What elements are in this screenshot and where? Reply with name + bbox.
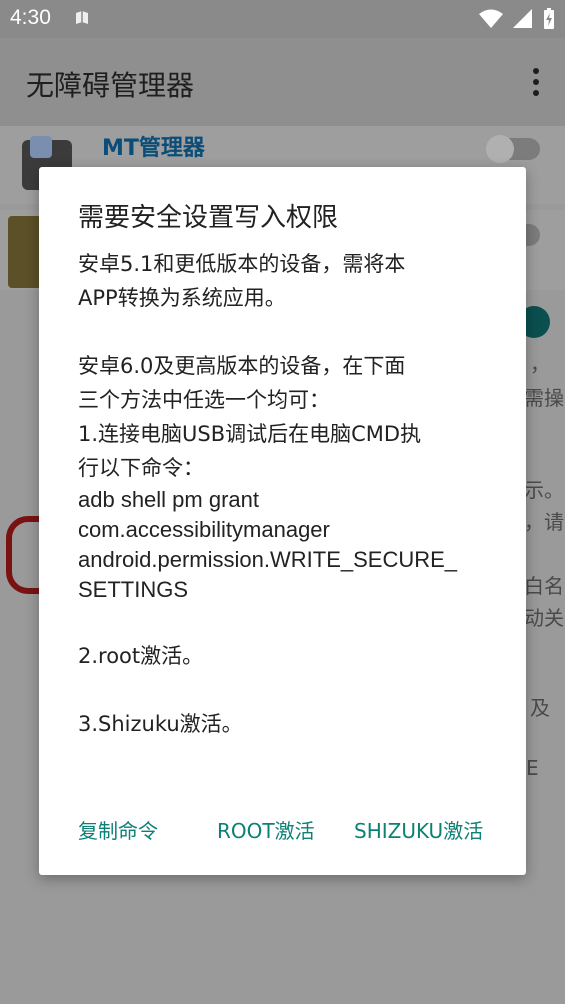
service-toggle[interactable] xyxy=(486,135,540,163)
permission-dialog: 需要安全设置写入权限 安卓5.1和更低版本的设备，需将本 APP转换为系统应用。… xyxy=(39,167,526,875)
background-text: ，请 xyxy=(524,510,564,534)
message-line: 3.Shizuku激活。 xyxy=(78,712,243,736)
background-text: 及 xyxy=(530,696,550,720)
wifi-icon xyxy=(478,9,503,28)
list-item-label: MT管理器 xyxy=(102,136,205,161)
shizuku-activate-button[interactable]: SHIZUKU激活 xyxy=(354,815,483,844)
status-bar: 4:30 xyxy=(0,0,565,38)
message-line: 安卓6.0及更高版本的设备，在下面 xyxy=(78,354,406,378)
root-activate-button[interactable]: ROOT激活 xyxy=(217,815,315,844)
status-icons xyxy=(474,8,555,30)
message-line: APP转换为系统应用。 xyxy=(78,286,286,310)
background-text: 需操 xyxy=(524,386,564,410)
background-text: 动关 xyxy=(524,606,564,630)
background-text: 示。 xyxy=(524,478,564,502)
app-title: 无障碍管理器 xyxy=(26,69,195,102)
status-time: 4:30 xyxy=(10,6,51,29)
dialog-title: 需要安全设置写入权限 xyxy=(78,203,339,233)
message-line: 行以下命令： xyxy=(78,456,204,480)
dialog-message: 安卓5.1和更低版本的设备，需将本 APP转换为系统应用。 安卓6.0及更高版本… xyxy=(78,247,498,741)
background-text: 白名 xyxy=(524,574,564,598)
message-line: 1.连接电脑USB调试后在电脑CMD执 xyxy=(78,422,422,446)
command-line: SETTINGS xyxy=(78,577,189,602)
command-line: android.permission.WRITE_SECURE_ xyxy=(78,547,458,572)
background-text: E xyxy=(526,756,539,780)
notification-icon xyxy=(76,11,88,24)
signal-icon xyxy=(512,9,532,28)
message-line: 三个方法中任选一个均可： xyxy=(78,388,330,412)
app-bar: 无障碍管理器 xyxy=(0,38,565,126)
command-line: com.accessibilitymanager xyxy=(78,517,330,542)
command-line: adb shell pm grant xyxy=(78,487,259,512)
message-line: 2.root激活。 xyxy=(78,644,204,668)
more-options-icon[interactable] xyxy=(531,68,541,98)
copy-command-button[interactable]: 复制命令 xyxy=(78,815,158,844)
battery-icon xyxy=(544,8,554,29)
background-text: ， xyxy=(530,352,550,376)
message-line: 安卓5.1和更低版本的设备，需将本 xyxy=(78,252,406,276)
